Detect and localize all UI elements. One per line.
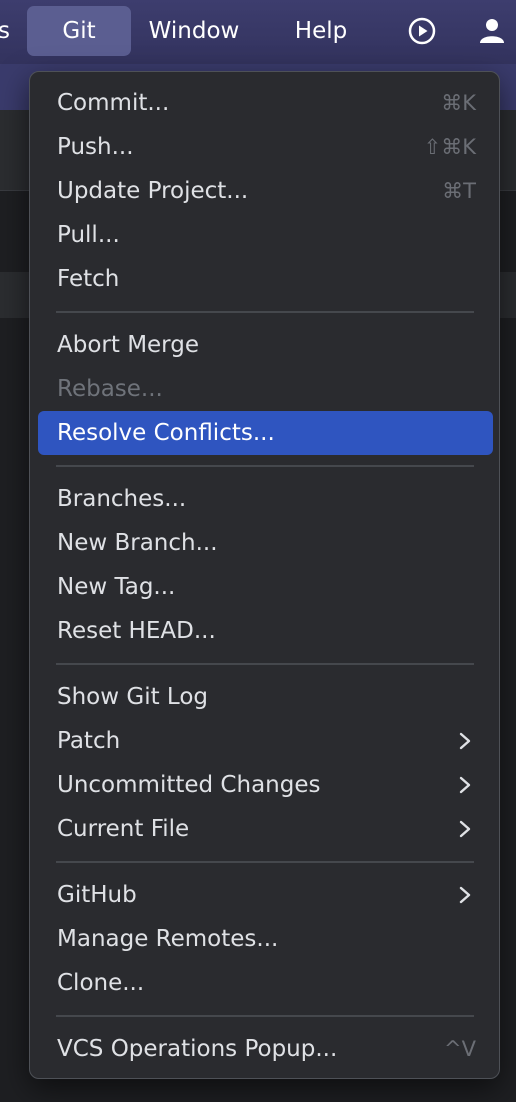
menu-item-rebase: Rebase... (38, 367, 493, 411)
menu-item-label: Resolve Conflicts... (57, 420, 275, 446)
menu-item-reset-head[interactable]: Reset HEAD... (38, 609, 493, 653)
menu-item-label: New Tag... (57, 574, 176, 600)
run-icon[interactable] (400, 6, 444, 56)
menu-item-label: Push... (57, 134, 134, 160)
chevron-right-icon (459, 776, 471, 794)
shortcut-label: ⌘K (441, 91, 476, 115)
shortcut-label: ⇧⌘K (423, 135, 476, 159)
menu-item-new-branch[interactable]: New Branch... (38, 521, 493, 565)
menu-item-github[interactable]: GitHub (38, 873, 493, 917)
menu-item-label: Current File (57, 816, 190, 842)
menu-item-branches[interactable]: Branches... (38, 477, 493, 521)
menu-item-label: VCS Operations Popup... (57, 1036, 338, 1062)
menu-item-label: Uncommitted Changes (57, 772, 321, 798)
menu-separator (56, 663, 474, 665)
menu-separator (56, 311, 474, 313)
chevron-right-icon (459, 732, 471, 750)
menu-item-uncommitted-changes[interactable]: Uncommitted Changes (38, 763, 493, 807)
menu-item-label: GitHub (57, 882, 137, 908)
menu-item-label: Update Project... (57, 178, 249, 204)
menu-item-vcs-operations-popup[interactable]: VCS Operations Popup... ^V (38, 1027, 493, 1071)
menu-item-manage-remotes[interactable]: Manage Remotes... (38, 917, 493, 961)
menu-bar: s Git Window Help (0, 0, 516, 64)
shortcut-label: ⌘T (442, 179, 476, 203)
menubar-item-window[interactable]: Window (136, 6, 252, 56)
menu-separator (56, 1015, 474, 1017)
menu-item-current-file[interactable]: Current File (38, 807, 493, 851)
menu-separator (56, 861, 474, 863)
menu-item-label: Reset HEAD... (57, 618, 216, 644)
account-icon[interactable] (470, 6, 514, 56)
menu-item-show-git-log[interactable]: Show Git Log (38, 675, 493, 719)
menu-item-label: Manage Remotes... (57, 926, 279, 952)
menu-item-label: Fetch (57, 266, 120, 292)
menu-item-commit[interactable]: Commit... ⌘K (38, 81, 493, 125)
menu-item-new-tag[interactable]: New Tag... (38, 565, 493, 609)
menu-item-pull[interactable]: Pull... (38, 213, 493, 257)
menu-item-update-project[interactable]: Update Project... ⌘T (38, 169, 493, 213)
chevron-right-icon (459, 886, 471, 904)
menu-item-label: New Branch... (57, 530, 218, 556)
menubar-item-partial[interactable]: s (0, 6, 14, 56)
menu-separator (56, 465, 474, 467)
menu-item-clone[interactable]: Clone... (38, 961, 493, 1005)
menubar-item-git[interactable]: Git (27, 6, 131, 56)
menu-item-label: Commit... (57, 90, 170, 116)
menu-item-resolve-conflicts[interactable]: Resolve Conflicts... (38, 411, 493, 455)
menu-item-label: Patch (57, 728, 121, 754)
shortcut-label: ^V (444, 1037, 476, 1061)
menu-item-push[interactable]: Push... ⇧⌘K (38, 125, 493, 169)
menu-item-label: Pull... (57, 222, 120, 248)
menu-item-label: Rebase... (57, 376, 163, 402)
git-menu: Commit... ⌘K Push... ⇧⌘K Update Project.… (29, 71, 500, 1079)
menu-item-abort-merge[interactable]: Abort Merge (38, 323, 493, 367)
chevron-right-icon (459, 820, 471, 838)
screen: s Git Window Help Commit... ⌘K Push... ⇧ (0, 0, 516, 1102)
menu-item-fetch[interactable]: Fetch (38, 257, 493, 301)
menu-item-patch[interactable]: Patch (38, 719, 493, 763)
menu-item-label: Show Git Log (57, 684, 208, 710)
menu-item-label: Clone... (57, 970, 145, 996)
menu-item-label: Branches... (57, 486, 187, 512)
menubar-item-help[interactable]: Help (282, 6, 360, 56)
menu-item-label: Abort Merge (57, 332, 199, 358)
